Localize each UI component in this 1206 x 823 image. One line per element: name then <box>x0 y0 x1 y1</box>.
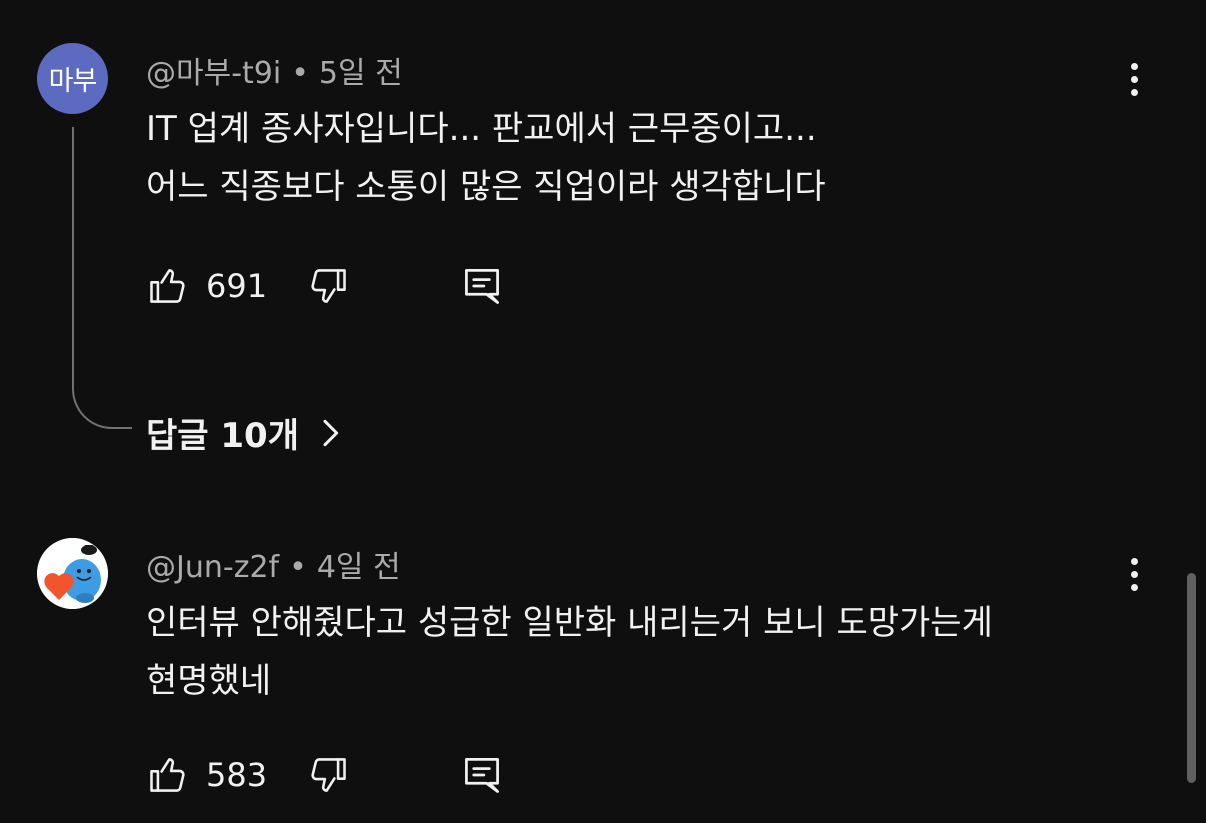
comment-header: @마부-t9i • 5일 전 <box>146 48 403 92</box>
view-replies-button[interactable]: 답글 10개 <box>146 408 341 457</box>
comment-text-line: 인터뷰 안해줬다고 성급한 일반화 내리는거 보니 도망가는게 <box>146 603 993 643</box>
reply-button[interactable] <box>460 753 504 797</box>
comment-text-line: 어느 직종보다 소통이 많은 직업이라 생각합니다 <box>146 167 826 207</box>
separator-dot: • <box>289 550 307 585</box>
more-vert-icon <box>1130 557 1138 565</box>
like-button[interactable]: 691 <box>146 264 302 308</box>
avatar[interactable] <box>37 538 108 609</box>
author-name[interactable]: @Jun-z2f <box>146 550 279 585</box>
dislike-button[interactable] <box>306 264 350 308</box>
comment-thread: @Jun-z2f • 4일 전 인터뷰 안해줬다고 성급한 일반화 내리는거 보니 … <box>0 520 1206 823</box>
thumb-down-icon <box>311 758 346 792</box>
reply-icon <box>465 758 499 793</box>
more-vert-icon <box>1130 62 1138 70</box>
character-avatar-image <box>37 538 108 609</box>
more-options-button[interactable] <box>1118 57 1150 101</box>
scrollbar[interactable] <box>1187 573 1196 783</box>
comment-time[interactable]: 4일 전 <box>317 550 401 585</box>
avatar[interactable]: 마부 <box>37 43 108 114</box>
comment-text-line: IT 업계 종사자입니다... 판교에서 근무중이고... <box>146 109 817 149</box>
reply-icon <box>465 269 499 304</box>
more-vert-icon-dot <box>1130 583 1138 591</box>
dislike-button[interactable] <box>306 753 350 797</box>
author-name[interactable]: @마부-t9i <box>146 56 281 91</box>
avatar-initials: 마부 <box>48 66 98 97</box>
comment-text: IT 업계 종사자입니다... 판교에서 근무중이고... 어느 직종보다 소통… <box>146 100 1136 216</box>
comment-actions: 583 <box>146 751 504 799</box>
like-count: 583 <box>206 756 268 794</box>
more-options-button[interactable] <box>1118 552 1150 596</box>
thumb-up-icon <box>150 758 185 792</box>
comment-thread: 마부 @마부-t9i • 5일 전 IT 업계 종사자입니다... 판교에서 근무중… <box>0 0 1206 480</box>
comment-text: 인터뷰 안해줬다고 성급한 일반화 내리는거 보니 도망가는게 현명했네 <box>146 594 1136 710</box>
more-vert-icon-dot <box>1130 88 1138 96</box>
comment-header: @Jun-z2f • 4일 전 <box>146 542 401 586</box>
thumb-down-icon <box>311 269 346 303</box>
like-count: 691 <box>206 267 268 305</box>
more-vert-icon-dot <box>1130 75 1138 83</box>
thumb-up-icon <box>150 269 185 303</box>
like-button[interactable]: 583 <box>146 753 302 797</box>
separator-dot: • <box>291 56 309 91</box>
replies-count-label: 답글 10개 <box>146 416 299 456</box>
thread-line <box>72 127 132 429</box>
chevron-right-icon <box>323 419 339 446</box>
more-vert-icon-dot <box>1130 570 1138 578</box>
comment-time[interactable]: 5일 전 <box>319 56 403 91</box>
comment-text-line: 현명했네 <box>146 661 272 701</box>
reply-button[interactable] <box>460 264 504 308</box>
comment-actions: 691 <box>146 262 504 310</box>
